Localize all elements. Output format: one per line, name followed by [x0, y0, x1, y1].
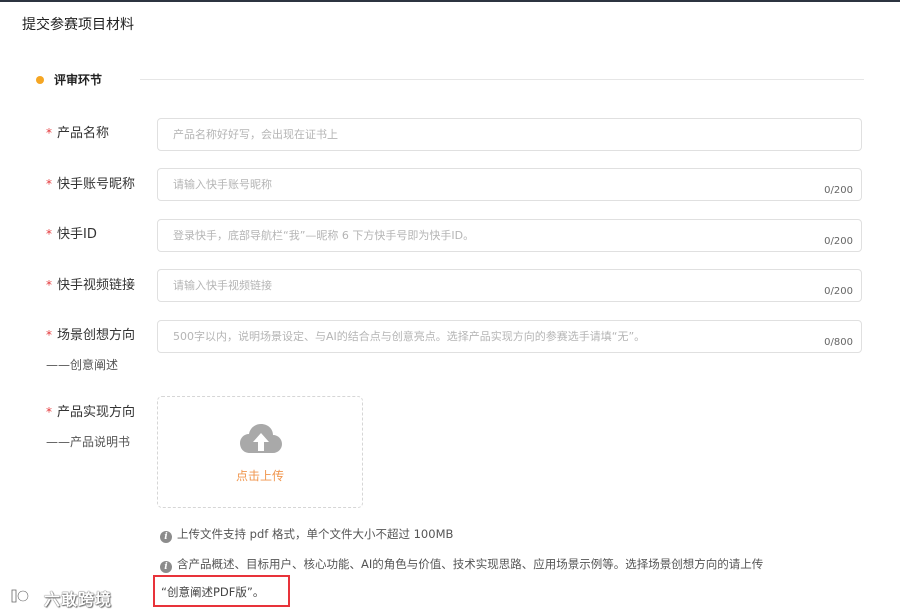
- watermark-logo-icon: [11, 589, 30, 603]
- required-mark: *: [46, 177, 52, 191]
- char-counter: 0/800: [824, 337, 853, 348]
- kuaishou-nickname-input[interactable]: [158, 169, 798, 200]
- scenario-direction-label-text: 场景创想方向: [57, 328, 136, 343]
- scenario-description-input[interactable]: [158, 321, 798, 352]
- section-dot-icon: [36, 76, 44, 84]
- required-mark: *: [46, 227, 52, 241]
- upload-content-hint: i 含产品概述、目标用户、核心功能、AI的角色与价值、技术实现思路、应用场景示例等…: [160, 556, 763, 573]
- required-mark: *: [46, 126, 52, 140]
- scenario-direction-sublabel: ——创意阐述: [46, 358, 119, 372]
- product-name-label-text: 产品名称: [57, 126, 110, 141]
- top-divider: [0, 0, 900, 2]
- product-name-input[interactable]: [158, 119, 798, 150]
- highlight-box: “创意阐述PDF版”。: [153, 575, 290, 607]
- kuaishou-id-input[interactable]: [158, 220, 798, 251]
- page-title: 提交参赛项目材料: [22, 17, 134, 33]
- kuaishou-video-link-input[interactable]: [158, 270, 798, 301]
- kuaishou-id-label: * 快手ID: [46, 225, 97, 244]
- info-icon: i: [160, 561, 172, 573]
- required-mark: *: [46, 328, 52, 342]
- upload-button-label[interactable]: 点击上传: [158, 467, 362, 484]
- kuaishou-id-field[interactable]: 0/200: [157, 219, 862, 252]
- product-direction-sublabel: ——产品说明书: [46, 435, 131, 449]
- upload-format-hint-text: 上传文件支持 pdf 格式，单个文件大小不超过 100MB: [177, 527, 454, 541]
- kuaishou-nickname-label-text: 快手账号昵称: [57, 177, 136, 192]
- kuaishou-video-link-label: * 快手视频链接: [46, 276, 135, 295]
- section-divider: [140, 79, 864, 80]
- kuaishou-nickname-field[interactable]: 0/200: [157, 168, 862, 201]
- scenario-direction-label: * 场景创想方向: [46, 326, 135, 345]
- upload-content-hint-text: 含产品概述、目标用户、核心功能、AI的角色与价值、技术实现思路、应用场景示例等。…: [177, 557, 764, 571]
- char-counter: 0/200: [824, 286, 853, 297]
- scenario-description-field[interactable]: 0/800: [157, 320, 862, 353]
- section-header: 评审环节: [36, 72, 864, 88]
- kuaishou-nickname-label: * 快手账号昵称: [46, 175, 135, 194]
- section-title: 评审环节: [54, 73, 103, 87]
- cloud-upload-icon: [240, 424, 282, 453]
- info-icon: i: [160, 531, 172, 543]
- char-counter: 0/200: [824, 185, 853, 196]
- product-name-label: * 产品名称: [46, 124, 109, 143]
- watermark-text: 六敢跨境: [44, 590, 113, 609]
- product-direction-label-text: 产品实现方向: [57, 405, 136, 420]
- kuaishou-id-label-text: 快手ID: [57, 227, 97, 242]
- kuaishou-video-link-field[interactable]: 0/200: [157, 269, 862, 302]
- char-counter: 0/200: [824, 236, 853, 247]
- upload-dropzone[interactable]: 点击上传: [157, 396, 363, 508]
- product-direction-label: * 产品实现方向: [46, 403, 135, 422]
- product-name-field[interactable]: [157, 118, 862, 151]
- required-mark: *: [46, 278, 52, 292]
- upload-format-hint: i 上传文件支持 pdf 格式，单个文件大小不超过 100MB: [160, 526, 453, 543]
- kuaishou-video-link-label-text: 快手视频链接: [57, 278, 136, 293]
- highlight-hint-text: “创意阐述PDF版”。: [161, 585, 265, 599]
- required-mark: *: [46, 405, 52, 419]
